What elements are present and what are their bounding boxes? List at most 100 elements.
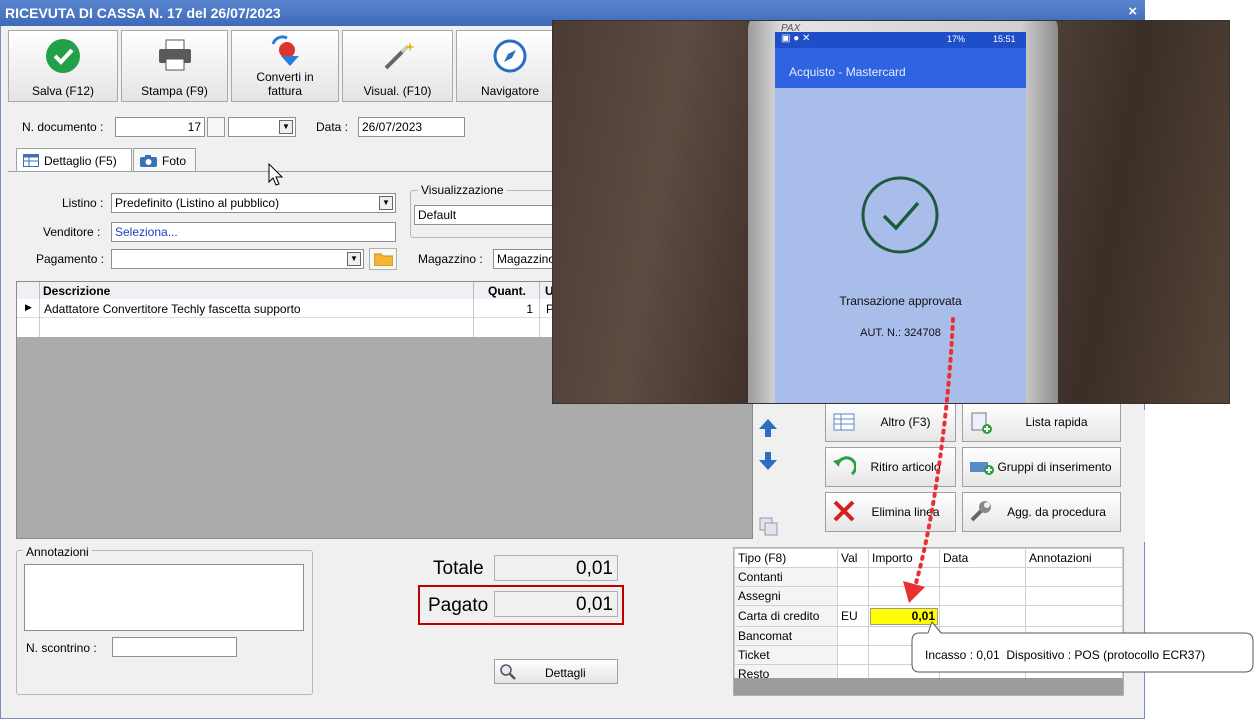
doc-number-spinner[interactable] [207, 117, 225, 137]
print-button[interactable]: Stampa (F9) [121, 30, 228, 102]
chevron-down-icon: ▼ [279, 120, 293, 134]
col-descrizione[interactable]: Descrizione [43, 284, 110, 298]
magnifier-icon [500, 664, 516, 680]
lista-rapida-button[interactable]: Lista rapida [962, 402, 1121, 442]
col-separator [473, 282, 474, 299]
printer-icon [158, 39, 191, 71]
payment-currency: EU [837, 605, 869, 627]
payment-currency [837, 586, 869, 606]
tooltip-shape [911, 621, 1254, 673]
agg-procedura-label: Agg. da procedura [1007, 505, 1106, 519]
pagato-value: 0,01 [494, 591, 618, 617]
pos-app-header: Acquisto - Mastercard [775, 48, 1026, 88]
move-up-button[interactable] [757, 417, 779, 439]
grid-corner [17, 282, 40, 299]
listino-select[interactable]: Predefinito (Listino al pubblico) ▼ [111, 193, 396, 213]
pos-status-message: Transazione approvata [839, 294, 962, 308]
wrench-icon [970, 501, 991, 522]
row-pointer-icon: ▶ [25, 302, 32, 312]
navigator-label: Navigatore [480, 84, 540, 98]
table-row[interactable]: ▶ Adattatore Convertitore Techly fascett… [17, 299, 557, 318]
date-field[interactable]: 26/07/2023 [358, 117, 465, 137]
doc-series-select[interactable]: ▼ [228, 117, 296, 137]
pos-header-title: Acquisto - Mastercard [789, 65, 906, 79]
annotazioni-textarea[interactable] [24, 564, 304, 631]
payment-currency [837, 567, 869, 587]
col-separator [39, 299, 40, 318]
quick-list-icon [971, 412, 992, 434]
listino-label: Listino : [62, 196, 104, 210]
pagamento-label: Pagamento : [36, 252, 105, 266]
dettagli-label: Dettagli [545, 666, 586, 680]
totale-label: Totale [433, 558, 484, 579]
save-button[interactable]: Salva (F12) [8, 30, 118, 102]
chevron-down-icon: ▼ [379, 196, 393, 210]
grid-header: Descrizione Quant. U [17, 282, 557, 300]
doc-number-field[interactable]: 17 [115, 117, 205, 137]
magazzino-label: Magazzino : [418, 252, 483, 266]
pos-status-icons: ▣ ● ✕ [781, 33, 811, 44]
mouse-cursor-icon [268, 163, 284, 186]
view-label: Visual. (F10) [363, 84, 432, 98]
payment-type: Ticket [734, 645, 838, 665]
col-annotazioni[interactable]: Annotazioni [1025, 548, 1123, 568]
copy-icon [759, 517, 778, 536]
venditore-field[interactable]: Seleziona... [111, 222, 396, 242]
payment-currency [837, 645, 869, 665]
doc-number-label: N. documento : [22, 120, 104, 134]
chevron-down-icon: ▼ [347, 252, 361, 266]
print-label: Stampa (F9) [141, 84, 208, 98]
totale-value: 0,01 [494, 555, 618, 581]
return-arrow-icon [833, 456, 856, 476]
payment-currency [837, 626, 869, 646]
close-icon[interactable]: × [1128, 3, 1137, 20]
pagato-label: Pagato [428, 595, 489, 616]
col-separator [539, 282, 540, 299]
navigator-button[interactable]: Navigatore [456, 30, 564, 102]
tab-photo-label: Foto [162, 154, 187, 168]
col-quant[interactable]: Quant. [488, 284, 526, 298]
col-separator [39, 318, 40, 337]
new-row[interactable] [17, 318, 557, 337]
approved-check-icon [861, 176, 939, 254]
delete-x-icon [833, 500, 855, 522]
pos-time: 15:51 [993, 34, 1016, 44]
payment-type: Assegni [734, 586, 838, 606]
date-label: Data : [316, 120, 349, 134]
col-val[interactable]: Val [837, 548, 869, 568]
cell-descrizione: Adattatore Convertitore Techly fascetta … [44, 302, 301, 316]
pos-photo: PAX ▣ ● ✕ 17% 15:51 Acquisto - Mastercar… [552, 20, 1230, 404]
lista-rapida-label: Lista rapida [1025, 415, 1088, 429]
window-title: RICEVUTA DI CASSA N. 17 del 26/07/2023 [5, 5, 281, 21]
col-separator [473, 318, 474, 337]
cell-quant: 1 [526, 302, 533, 316]
scontrino-field[interactable] [112, 637, 237, 657]
table-icon [23, 154, 39, 167]
agg-procedura-button[interactable]: Agg. da procedura [962, 492, 1121, 532]
tab-photo[interactable]: Foto [133, 148, 196, 172]
payment-browse-button[interactable] [369, 248, 397, 270]
payment-type: Bancomat [734, 626, 838, 646]
move-down-button[interactable] [757, 450, 779, 472]
tab-details[interactable]: Dettaglio (F5) [16, 148, 132, 172]
convert-label: Converti in fattura [256, 70, 314, 98]
view-button[interactable]: Visual. (F10) [342, 30, 453, 102]
convert-icon [271, 35, 299, 66]
pos-battery: 17% [947, 34, 966, 44]
visualizzazione-select[interactable]: Default [414, 205, 558, 225]
convert-button[interactable]: Converti in fattura [231, 30, 339, 102]
col-tipo[interactable]: Tipo (F8) [734, 548, 838, 568]
dettagli-button[interactable]: Dettagli [494, 659, 618, 684]
payment-tooltip: Incasso : 0,01 Dispositivo : POS (protoc… [925, 648, 1206, 662]
visualizzazione-label: Visualizzazione [418, 183, 507, 197]
payments-grid-footer [734, 678, 1123, 695]
magazzino-select[interactable]: Magazzino [493, 249, 559, 269]
annotazioni-label: Annotazioni [23, 545, 92, 559]
scontrino-label: N. scontrino : [26, 641, 97, 655]
payment-type: Carta di credito [734, 605, 838, 627]
pos-status-bar: ▣ ● ✕ 17% 15:51 [775, 32, 1026, 48]
col-separator [539, 299, 540, 318]
copy-button[interactable] [757, 515, 779, 537]
pagamento-select[interactable]: ▼ [111, 249, 364, 269]
gruppi-button[interactable]: Gruppi di inserimento [962, 447, 1121, 487]
